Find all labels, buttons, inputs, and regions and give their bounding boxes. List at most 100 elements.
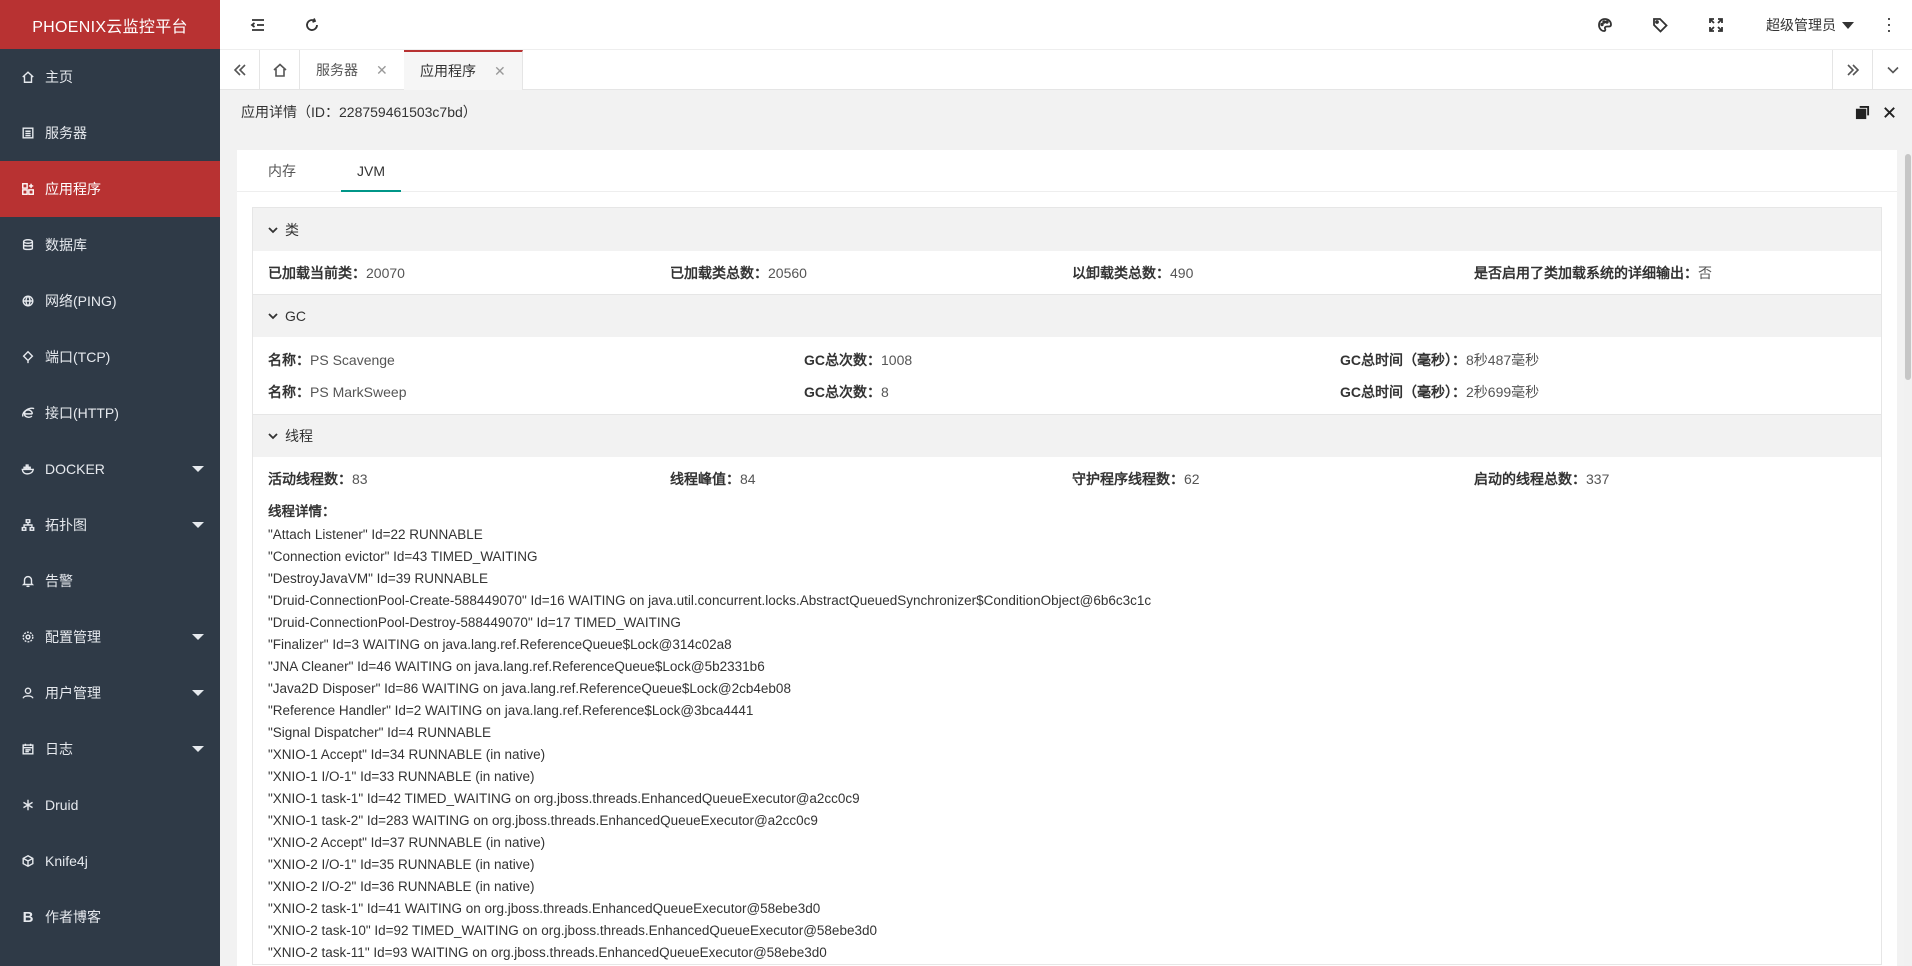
thread-stats-row: 活动线程数：83 线程峰值：84 守护程序线程数：62 启动的线程总数：337 [253,457,1881,500]
thread-line: "XNIO-2 I/O-2" Id=36 RUNNABLE (in native… [268,879,535,894]
loaded-classes: 已加载当前类：20070 [268,264,405,281]
jvm-panel: 类 已加载当前类：20070 已加载类总数：20560 以卸载类总数：490 是… [252,207,1882,965]
sidebar-item-blog[interactable]: B 作者博客 [0,889,220,945]
sidebar-item-druid[interactable]: Druid [0,777,220,833]
top-bar: 超级管理员 · · · [220,0,1912,50]
sidebar-item-knife4j[interactable]: Knife4j [0,833,220,889]
refresh-icon [306,18,318,31]
docker-icon [20,461,36,477]
apps-icon [20,181,36,197]
caret-down-icon [192,466,204,472]
class-stats-row: 已加载当前类：20070 已加载类总数：20560 以卸载类总数：490 是否启… [253,251,1881,294]
sidebar-item-home[interactable]: 主页 [0,49,220,105]
gc-row: 名称：PS MarkSweep GC总次数：8 GC总时间（毫秒）：2秒699毫… [268,384,1540,400]
snowflake-icon [20,797,36,813]
thread-line: "XNIO-1 task-1" Id=42 TIMED_WAITING on o… [268,791,860,806]
toggle-sidebar-button[interactable] [246,13,270,37]
globe-icon [20,293,36,309]
close-button[interactable] [1880,103,1898,121]
sidebar-item-label: 拓扑图 [45,517,87,533]
detail-card: 内存 JVM 类 已加载当前类：20070 已加载类总数：20560 以卸载类总… [237,150,1897,966]
chevron-down-icon [1886,66,1899,74]
ie-icon [20,405,36,421]
double-chevron-left-icon [233,64,246,76]
sidebar-item-label: 应用程序 [45,181,101,197]
port-icon [20,349,36,365]
double-chevron-right-icon [1846,64,1859,76]
thread-details-label: 线程详情： [268,504,336,519]
tab-memory[interactable]: 内存 [252,150,312,192]
sidebar-item-label: 作者博客 [45,909,101,925]
tab-home[interactable] [260,50,300,90]
thread-section-header[interactable]: 线程 [253,414,1881,457]
sidebar-item-label: 端口(TCP) [45,349,111,365]
chevron-down-icon [268,226,278,233]
sidebar-item-users[interactable]: 用户管理 [0,665,220,721]
fullscreen-icon [1709,18,1723,32]
thread-line: "Reference Handler" Id=2 WAITING on java… [268,703,754,718]
thread-line: "DestroyJavaVM" Id=39 RUNNABLE [268,571,489,586]
content-scrollbar[interactable] [1904,150,1912,966]
sidebar-item-applications[interactable]: 应用程序 [0,161,220,217]
sidebar-item-topology[interactable]: 拓扑图 [0,497,220,553]
refresh-button[interactable] [300,13,324,37]
sidebar-item-alerts[interactable]: 告警 [0,553,220,609]
server-icon [20,125,36,141]
section-title: 类 [285,221,299,238]
tabs-scroll-right-button[interactable] [1832,50,1872,90]
gc-body: 名称：PS Scavenge GC总次数：1008 GC总时间（毫秒）：8秒48… [253,337,1881,414]
sidebar-item-database[interactable]: 数据库 [0,217,220,273]
active-threads: 活动线程数：83 [268,470,368,487]
close-icon [1883,106,1895,118]
tabs-scroll-left-button[interactable] [220,50,260,90]
sidebar-item-network-ping[interactable]: 网络(PING) [0,273,220,329]
section-title: 线程 [285,428,313,444]
tab-label: 应用程序 [420,63,476,79]
sidebar-item-docker[interactable]: DOCKER [0,441,220,497]
sidebar: PHOENIX云监控平台 主页 服务器 应用程序 数据库 网络(PING) 端口… [0,0,220,966]
gc-section-header[interactable]: GC [253,294,1881,337]
thread-line: "Connection evictor" Id=43 TIMED_WAITING [268,549,538,564]
theme-button[interactable] [1593,13,1617,37]
sidebar-item-label: 用户管理 [45,685,101,701]
sidebar-item-api-http[interactable]: 接口(HTTP) [0,385,220,441]
caret-down-icon [192,746,204,752]
bell-icon [20,573,36,589]
total-loaded-classes: 已加载类总数：20560 [670,264,807,281]
section-title: GC [285,308,306,324]
class-section-header[interactable]: 类 [253,208,1881,251]
started-threads: 启动的线程总数：337 [1474,470,1610,487]
thread-line: "XNIO-2 I/O-1" Id=35 RUNNABLE (in native… [268,857,535,872]
sidebar-item-label: 配置管理 [45,629,101,645]
user-icon [20,685,36,701]
tag-icon [1653,18,1668,33]
tab-applications[interactable]: 应用程序 ✕ [404,50,523,90]
close-icon[interactable]: ✕ [376,62,388,79]
thread-line: "Druid-ConnectionPool-Destroy-588449070"… [268,615,681,630]
thread-line: "Druid-ConnectionPool-Create-588449070" … [268,593,1152,608]
chevron-down-icon [268,433,278,440]
sidebar-item-port-tcp[interactable]: 端口(TCP) [0,329,220,385]
thread-details: 线程详情： "Attach Listener" Id=22 RUNNABLE "C… [253,500,1881,964]
sidebar-item-servers[interactable]: 服务器 [0,105,220,161]
close-icon[interactable]: ✕ [494,63,506,80]
database-icon [20,237,36,253]
peak-threads: 线程峰值：84 [670,470,756,487]
sidebar-item-logs[interactable]: 日志 [0,721,220,777]
tag-button[interactable] [1648,13,1672,37]
fullscreen-button[interactable] [1704,13,1728,37]
sidebar-item-config[interactable]: 配置管理 [0,609,220,665]
sidebar-item-label: 主页 [45,69,73,85]
thread-line: "XNIO-1 I/O-1" Id=33 RUNNABLE (in native… [268,769,535,784]
tabs-menu-button[interactable] [1872,50,1912,90]
tab-servers[interactable]: 服务器 ✕ [300,50,405,90]
scrollbar-thumb[interactable] [1905,154,1911,380]
app-logo[interactable]: PHOENIX云监控平台 [0,0,220,49]
thread-line: "XNIO-1 task-2" Id=283 WAITING on org.jb… [268,813,818,828]
tab-jvm[interactable]: JVM [341,150,401,192]
user-menu[interactable]: 超级管理员 [1766,15,1854,35]
maximize-button[interactable] [1853,103,1871,121]
restore-icon [1855,105,1869,119]
more-vertical-icon[interactable]: · · · [1886,9,1892,39]
sidebar-item-label: DOCKER [45,461,105,477]
